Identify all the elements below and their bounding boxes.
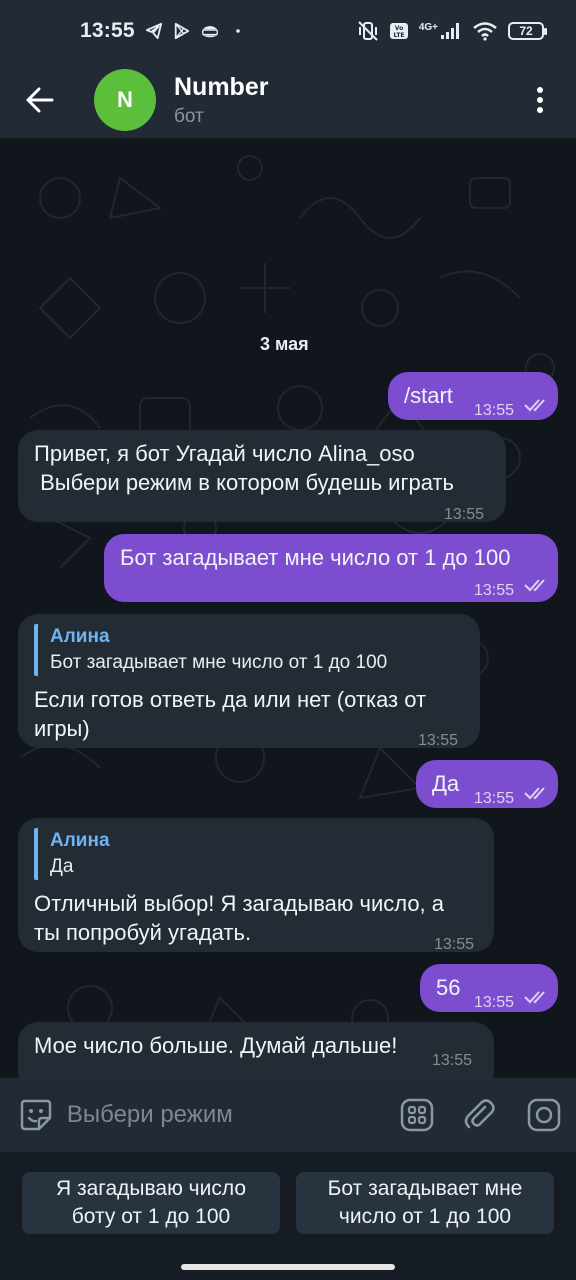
chat-subtitle: бот bbox=[174, 105, 204, 127]
telegram-icon bbox=[145, 22, 162, 40]
message-time: 13:55 bbox=[474, 582, 515, 599]
arrow-left-icon bbox=[26, 87, 54, 113]
message-time: 13:55 bbox=[432, 1052, 473, 1069]
message-text-line: Отличный выбор! Я загадываю число, а bbox=[34, 891, 445, 916]
message-text-line: Привет, я бот Угадай число Alina_oso bbox=[34, 441, 415, 466]
camera-icon bbox=[527, 1098, 561, 1132]
incoming-message[interactable]: Алина Бот загадывает мне число от 1 до 1… bbox=[18, 614, 480, 749]
date-separator: 3 мая bbox=[260, 334, 309, 354]
status-bar: 13:55 Vo LTE 4G+ 72 bbox=[0, 0, 576, 62]
paperclip-icon bbox=[465, 1099, 496, 1129]
keyboard-button-bot-guesses[interactable]: Бот загадывает мне число от 1 до 100 bbox=[296, 1172, 554, 1234]
svg-text:Vo: Vo bbox=[395, 25, 403, 32]
message-text: /start bbox=[404, 383, 453, 408]
keyboard-button-label: число от 1 до 100 bbox=[338, 1205, 512, 1228]
message-input-bar bbox=[0, 1078, 576, 1152]
avatar[interactable]: N bbox=[94, 69, 156, 131]
reply-quote[interactable]: Алина Да bbox=[34, 828, 110, 880]
reply-text: Бот загадывает мне число от 1 до 100 bbox=[50, 652, 388, 673]
burger-king-icon bbox=[201, 26, 218, 38]
chat-area[interactable]: 3 мая /start 13:55 Привет, я бот Угадай … bbox=[0, 138, 576, 1078]
double-check-icon bbox=[524, 399, 545, 412]
dot-icon bbox=[235, 29, 240, 33]
outgoing-message[interactable]: Да 13:55 bbox=[416, 760, 558, 808]
message-text: Бот загадывает мне число от 1 до 100 bbox=[120, 545, 511, 570]
attach-button[interactable] bbox=[449, 1078, 513, 1152]
network-type-label: 4G+ bbox=[418, 22, 438, 33]
play-store-icon bbox=[174, 22, 189, 40]
message-time: 13:55 bbox=[444, 506, 485, 523]
battery-level: 72 bbox=[519, 24, 533, 38]
message-text: 56 bbox=[436, 975, 461, 1000]
chat-header: N Number бот bbox=[0, 62, 576, 138]
more-options-button[interactable] bbox=[504, 62, 576, 138]
keyboard-button-user-guesses[interactable]: Я загадываю число боту от 1 до 100 bbox=[22, 1172, 280, 1234]
incoming-message[interactable]: Мое число больше. Думай дальше! 13:55 bbox=[18, 1022, 494, 1078]
outgoing-message[interactable]: /start 13:55 bbox=[388, 372, 558, 420]
incoming-message[interactable]: Привет, я бот Угадай число Alina_oso Выб… bbox=[18, 430, 506, 523]
back-button[interactable] bbox=[0, 62, 80, 138]
reply-author: Алина bbox=[50, 830, 110, 851]
signal-icon bbox=[441, 23, 459, 39]
keyboard-button-label: Бот загадывает мне bbox=[327, 1177, 523, 1200]
more-vertical-icon bbox=[537, 87, 543, 113]
message-text: Мое число больше. Думай дальше! bbox=[34, 1033, 398, 1058]
message-input[interactable] bbox=[66, 1095, 377, 1135]
message-text-line: Если готов ответь да или нет (отказ от bbox=[34, 687, 427, 712]
message-text-line: игры) bbox=[34, 716, 90, 741]
keyboard-button-label: боту от 1 до 100 bbox=[71, 1205, 231, 1228]
message-text-line: Выбери режим в котором будешь играть bbox=[34, 470, 455, 495]
double-check-icon bbox=[524, 579, 545, 592]
outgoing-message[interactable]: Бот загадывает мне число от 1 до 100 13:… bbox=[104, 534, 558, 602]
bot-keyboard-toggle-button[interactable] bbox=[385, 1078, 449, 1152]
double-check-icon bbox=[524, 787, 545, 800]
gesture-nav-handle[interactable] bbox=[181, 1264, 395, 1270]
sticker-smile-icon bbox=[21, 1099, 52, 1131]
camera-button[interactable] bbox=[512, 1078, 576, 1152]
message-time: 13:55 bbox=[434, 936, 475, 953]
reply-author: Алина bbox=[50, 626, 110, 647]
reply-quote[interactable]: Алина Бот загадывает мне число от 1 до 1… bbox=[34, 624, 387, 676]
message-time: 13:55 bbox=[418, 732, 459, 749]
reply-text: Да bbox=[50, 856, 74, 877]
message-text: Да bbox=[432, 771, 460, 796]
status-time: 13:55 bbox=[80, 19, 135, 42]
message-time: 13:55 bbox=[474, 790, 515, 807]
bot-reply-keyboard: Я загадываю число боту от 1 до 100 Бот з… bbox=[0, 1152, 576, 1280]
keyboard-grid-icon bbox=[400, 1098, 433, 1132]
keyboard-button-label: Я загадываю число bbox=[55, 1177, 247, 1200]
message-time: 13:55 bbox=[474, 402, 515, 419]
message-time: 13:55 bbox=[474, 994, 515, 1011]
message-text-line: ты попробуй угадать. bbox=[34, 920, 252, 945]
incoming-message[interactable]: Алина Да Отличный выбор! Я загадываю чис… bbox=[18, 818, 494, 953]
vibrate-mute-icon bbox=[358, 21, 378, 41]
volte-icon: VoLTE bbox=[389, 23, 408, 39]
chat-title-block[interactable]: Number бот bbox=[174, 73, 268, 128]
emoji-button[interactable] bbox=[0, 1078, 73, 1152]
chat-title: Number bbox=[174, 72, 269, 101]
battery-indicator: 72 bbox=[508, 22, 547, 40]
double-check-icon bbox=[524, 991, 545, 1004]
svg-text:LTE: LTE bbox=[393, 32, 404, 39]
wifi-icon bbox=[473, 22, 497, 41]
outgoing-message[interactable]: 56 13:55 bbox=[420, 964, 558, 1012]
